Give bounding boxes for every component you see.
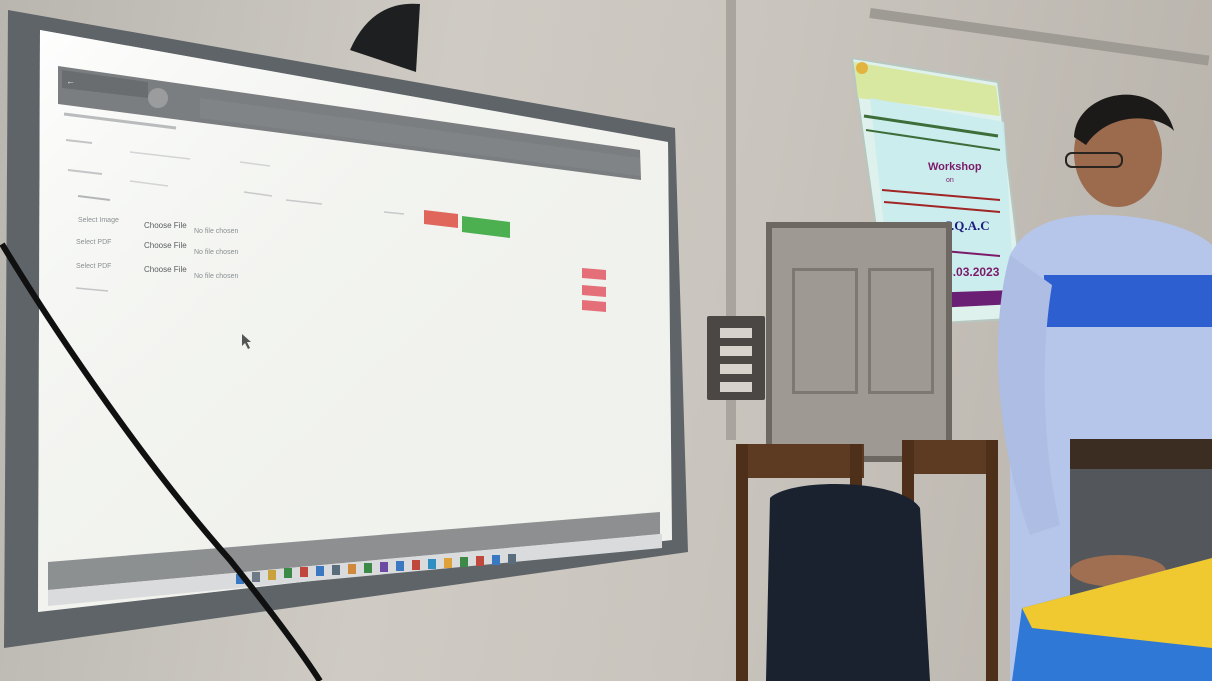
switch[interactable]: [720, 346, 752, 356]
taskbar-app-icon[interactable]: [492, 555, 500, 565]
remove-button-1[interactable]: [582, 268, 606, 280]
file-upload-label: [77, 195, 111, 201]
upload-row-3: Select PDF Choose File No file chosen: [76, 263, 238, 280]
remove-button-3[interactable]: [582, 300, 606, 312]
upload-row-label: Select PDF: [76, 239, 111, 246]
table-with-cloth: [1012, 558, 1212, 681]
chair-leg: [736, 444, 748, 681]
taskbar-app-icon[interactable]: [332, 565, 340, 575]
shirt-stripe: [1044, 275, 1212, 327]
taskbar-app-icon[interactable]: [284, 568, 292, 578]
taskbar-app-icon[interactable]: [348, 564, 356, 574]
taskbar-app-icon[interactable]: [252, 572, 260, 582]
door-panel: [868, 268, 934, 394]
field-value-1: [129, 151, 191, 160]
upload-row-label: Select PDF: [76, 263, 111, 270]
taskbar-app-icon[interactable]: [380, 562, 388, 572]
switch[interactable]: [720, 364, 752, 374]
taskbar-app-icon[interactable]: [428, 559, 436, 569]
taskbar-app-icon[interactable]: [460, 557, 468, 567]
extra-label: [75, 287, 109, 292]
remove-button-2[interactable]: [582, 285, 606, 297]
belt: [1070, 439, 1212, 469]
taskbar-app-icon[interactable]: [412, 560, 420, 570]
banner-iqac: I.Q.A.C: [946, 218, 990, 233]
chair-backrest: [736, 444, 864, 478]
file-status-text: No file chosen: [194, 228, 238, 235]
electric-switchboard: [707, 316, 765, 400]
field-value-2: [129, 180, 169, 187]
field-label-1: [65, 139, 93, 144]
upload-row-2: Select PDF Choose File No file chosen: [76, 239, 238, 256]
taskbar-app-icon[interactable]: [268, 570, 276, 580]
switch[interactable]: [720, 382, 752, 392]
file-status-text: No file chosen: [194, 249, 238, 256]
file-status-text: No file chosen: [194, 273, 238, 280]
taskbar-app-icon[interactable]: [476, 556, 484, 566]
submit-button[interactable]: [462, 216, 510, 238]
choose-file-button[interactable]: Choose File: [144, 241, 187, 250]
back-arrow-icon: ←: [66, 76, 75, 86]
column-label-c: [383, 211, 405, 215]
taskbar-app-icon[interactable]: [444, 558, 452, 568]
choose-file-button[interactable]: Choose File: [144, 221, 187, 230]
taskbar-app-icon[interactable]: [364, 563, 372, 573]
mouse-cursor-icon: [242, 334, 251, 349]
taskbar-app-icon[interactable]: [300, 567, 308, 577]
banner-on: on: [946, 177, 954, 184]
switch[interactable]: [720, 328, 752, 338]
column-label-a: [243, 191, 273, 197]
chair-backrest: [902, 440, 998, 474]
upload-row-label: Select Image: [78, 217, 119, 224]
banner-workshop: Workshop: [928, 161, 982, 173]
door-panel: [792, 268, 858, 394]
taskbar-app-icon[interactable]: [508, 554, 516, 564]
choose-file-button[interactable]: Choose File: [144, 265, 187, 274]
bag-on-chair: [766, 484, 930, 681]
field-value-3: [239, 161, 271, 167]
upload-row-1: Select Image Choose File No file chosen: [78, 217, 238, 235]
field-label-2: [67, 169, 103, 175]
chairs: [736, 440, 998, 681]
taskbar-app-icon[interactable]: [316, 566, 324, 576]
banner-logo: [856, 62, 868, 74]
wooden-door: [766, 222, 952, 462]
taskbar-app-icon[interactable]: [236, 574, 244, 584]
taskbar-app-icon[interactable]: [396, 561, 404, 571]
toolbar-band: [200, 98, 640, 176]
column-label-b: [285, 199, 323, 205]
reset-button[interactable]: [424, 210, 458, 228]
avatar[interactable]: [148, 88, 168, 108]
